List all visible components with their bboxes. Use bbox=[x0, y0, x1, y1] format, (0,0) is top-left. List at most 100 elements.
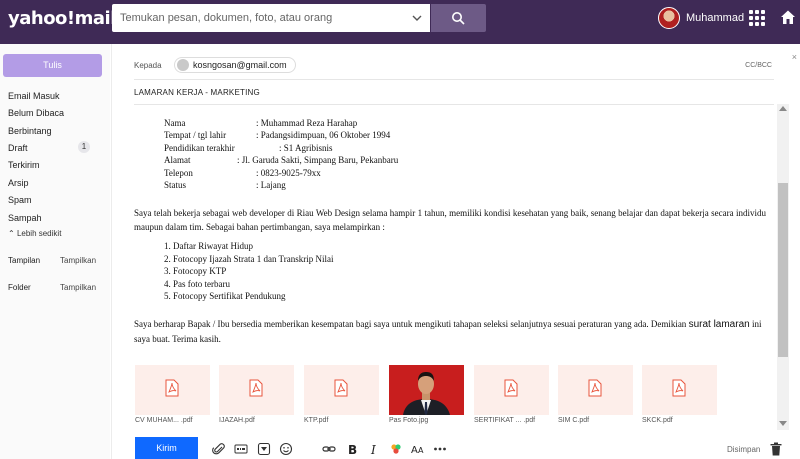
subject-field[interactable]: LAMARAN KERJA - MARKETING bbox=[134, 88, 260, 97]
sidebar: Tulis Email Masuk Belum Dibaca Berbintan… bbox=[0, 44, 110, 459]
search-button[interactable] bbox=[431, 4, 486, 32]
info-value: : S1 Agribisnis bbox=[279, 143, 333, 153]
cc-bcc-button[interactable]: CC/BCC bbox=[745, 62, 772, 69]
info-label: Telepon bbox=[164, 168, 193, 178]
list-item: 4. Pas foto terbaru bbox=[164, 279, 230, 289]
info-label: Tempat / tgl lahir bbox=[164, 130, 227, 140]
attachment-thumbnail[interactable] bbox=[389, 365, 464, 415]
sidebar-item-spam[interactable]: Spam bbox=[8, 195, 32, 205]
attachment-name: SERTIFIKAT ... .pdf bbox=[474, 417, 536, 424]
contact-icon bbox=[177, 59, 189, 71]
saved-status: Disimpan bbox=[727, 445, 761, 454]
sidebar-item-inbox[interactable]: Email Masuk bbox=[8, 91, 60, 101]
sidebar-item-sent[interactable]: Terkirim bbox=[8, 160, 40, 170]
font-size-icon[interactable]: AA bbox=[411, 442, 425, 456]
sidebar-item-starred[interactable]: Berbintang bbox=[8, 126, 52, 136]
svg-text:I: I bbox=[370, 443, 376, 456]
info-value: : 0823-9025-79xx bbox=[256, 168, 321, 178]
attachment-name: KTP.pdf bbox=[304, 417, 329, 424]
search-input[interactable] bbox=[112, 4, 412, 32]
mail-app: yahoo!mail Muhammad Tulis Email Masuk Be… bbox=[0, 0, 800, 459]
attachment-thumbnail[interactable] bbox=[135, 365, 210, 415]
username[interactable]: Muhammad bbox=[686, 12, 744, 24]
link-icon[interactable] bbox=[322, 442, 336, 456]
sidebar-item-draft[interactable]: Draft bbox=[8, 143, 28, 153]
attachment-name: Pas Foto.jpg bbox=[389, 417, 429, 424]
yahoo-mail-logo[interactable]: yahoo!mail bbox=[8, 8, 116, 29]
show-less-label: Lebih sedikit bbox=[16, 229, 62, 238]
attachment-name: SIM C.pdf bbox=[558, 417, 590, 424]
pdf-icon bbox=[672, 379, 686, 397]
divider bbox=[134, 79, 774, 80]
info-value: : Jl. Garuda Sakti, Simpang Baru, Pekanb… bbox=[237, 155, 399, 165]
chevron-down-icon[interactable] bbox=[410, 11, 424, 25]
paragraph-text: Saya berharap Bapak / Ibu bersedia membe… bbox=[134, 319, 689, 329]
to-label: Kepada bbox=[134, 61, 162, 70]
svg-text:A: A bbox=[411, 445, 418, 456]
home-icon[interactable] bbox=[780, 9, 796, 25]
recipient-email: kosngosan@gmail.com bbox=[193, 60, 287, 70]
avatar[interactable] bbox=[658, 7, 680, 29]
attachment-thumbnail[interactable] bbox=[474, 365, 549, 415]
folders-show-link[interactable]: Tampilkan bbox=[60, 283, 96, 292]
trash-icon[interactable] bbox=[770, 442, 782, 456]
info-value: : Padangsidimpuan, 06 Oktober 1994 bbox=[256, 130, 391, 140]
compose-panel: Kepada kosngosan@gmail.com CC/BCC × LAMA… bbox=[111, 44, 800, 459]
attachment-name: IJAZAH.pdf bbox=[219, 417, 255, 424]
attachment-name: CV MUHAM... .pdf bbox=[135, 417, 193, 424]
show-less-link[interactable]: ⌃ Lebih sedikit bbox=[8, 229, 61, 238]
info-label: Status bbox=[164, 180, 187, 190]
list-item: 2. Fotocopy Ijazah Strata 1 dan Transkri… bbox=[164, 254, 334, 264]
info-label: Alamat bbox=[164, 155, 191, 165]
attachment-thumbnail[interactable] bbox=[642, 365, 717, 415]
bold-icon[interactable]: B bbox=[345, 442, 359, 456]
italic-icon[interactable]: I bbox=[367, 442, 381, 456]
recipient-chip[interactable]: kosngosan@gmail.com bbox=[174, 57, 296, 73]
attachment-thumbnail[interactable] bbox=[558, 365, 633, 415]
portrait-photo bbox=[389, 365, 464, 415]
pdf-icon bbox=[165, 379, 179, 397]
color-icon[interactable] bbox=[389, 442, 403, 456]
draft-count-badge: 1 bbox=[78, 141, 90, 153]
body-paragraph: Saya telah bekerja sebagai web developer… bbox=[134, 208, 766, 232]
pdf-icon bbox=[504, 379, 518, 397]
sidebar-item-trash[interactable]: Sampah bbox=[8, 213, 42, 223]
info-label: Pendidikan terakhir bbox=[164, 143, 235, 153]
svg-text:A: A bbox=[418, 446, 424, 455]
send-button[interactable]: Kirim bbox=[135, 437, 198, 459]
scroll-up-arrow[interactable] bbox=[779, 106, 787, 111]
list-item: 1. Daftar Riwayat Hidup bbox=[164, 241, 253, 251]
apps-grid-icon[interactable] bbox=[749, 10, 765, 26]
more-icon[interactable] bbox=[433, 442, 447, 456]
top-bar: yahoo!mail Muhammad bbox=[0, 0, 800, 44]
search-icon bbox=[452, 12, 465, 25]
attachment-thumbnail[interactable] bbox=[219, 365, 294, 415]
close-icon[interactable]: × bbox=[792, 52, 797, 62]
paragraph-text: surat lamaran bbox=[688, 319, 750, 330]
sidebar-item-archive[interactable]: Arsip bbox=[8, 178, 29, 188]
gif-icon[interactable] bbox=[234, 442, 248, 456]
svg-text:B: B bbox=[348, 443, 357, 456]
list-item: 3. Fotocopy KTP bbox=[164, 266, 227, 276]
list-item: 5. Fotocopy Sertifikat Pendukung bbox=[164, 291, 286, 301]
folders-section-label: Folder bbox=[8, 283, 31, 292]
compose-button[interactable]: Tulis bbox=[3, 54, 102, 77]
sticker-icon[interactable] bbox=[257, 442, 271, 456]
info-value: : Lajang bbox=[256, 180, 286, 190]
emoji-icon[interactable] bbox=[279, 442, 293, 456]
views-section-label: Tampilan bbox=[8, 256, 41, 265]
pdf-icon bbox=[588, 379, 602, 397]
attachment-name: SKCK.pdf bbox=[642, 417, 673, 424]
views-show-link[interactable]: Tampilkan bbox=[60, 256, 96, 265]
scroll-down-arrow[interactable] bbox=[779, 421, 787, 426]
attach-icon[interactable] bbox=[212, 442, 226, 456]
body-paragraph: Saya berharap Bapak / Ibu bersedia membe… bbox=[134, 317, 766, 346]
attachment-thumbnail[interactable] bbox=[304, 365, 379, 415]
info-value: : Muhammad Reza Harahap bbox=[256, 118, 358, 128]
divider bbox=[134, 104, 774, 105]
scrollbar-thumb[interactable] bbox=[778, 183, 788, 357]
pdf-icon bbox=[249, 379, 263, 397]
pdf-icon bbox=[334, 379, 348, 397]
sidebar-item-unread[interactable]: Belum Dibaca bbox=[8, 108, 64, 118]
search-box[interactable] bbox=[112, 4, 430, 32]
